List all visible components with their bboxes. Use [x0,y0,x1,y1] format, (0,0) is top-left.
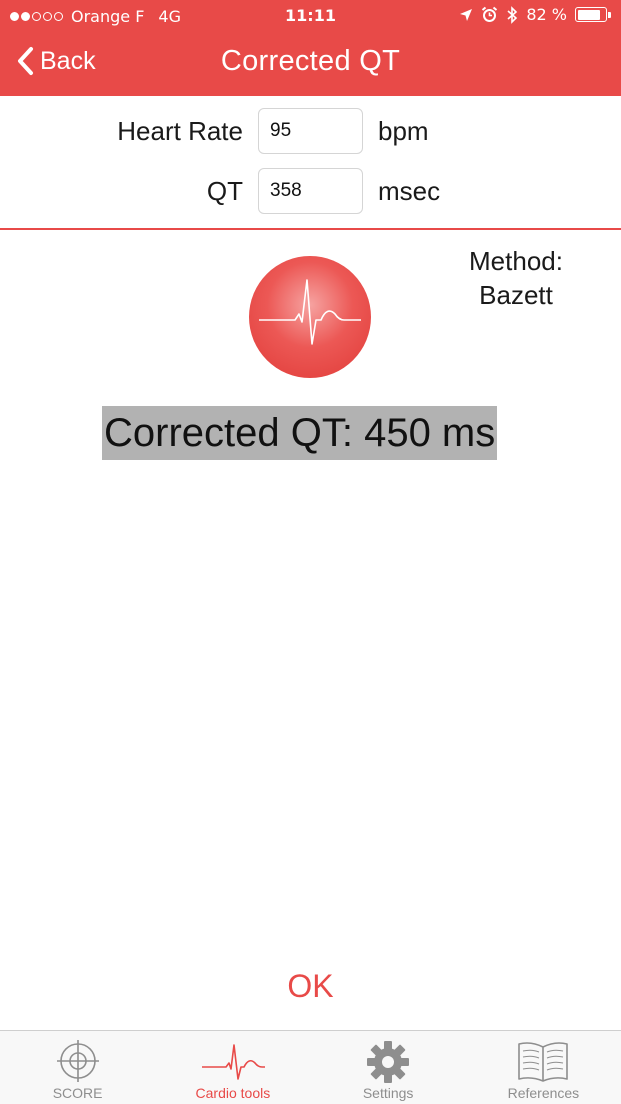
qt-unit: msec [378,176,441,206]
qt-input[interactable] [258,168,363,214]
section-divider [0,228,621,230]
heart-rate-label: Heart Rate [117,116,243,146]
app-header: Orange F 4G 11:11 82 % Back Corrected QT [0,0,621,96]
alarm-clock-icon [482,6,498,22]
status-right: 82 % [459,5,611,24]
qt-row: QT msec [0,168,621,216]
status-bar: Orange F 4G 11:11 82 % [0,0,621,34]
open-book-icon [518,1042,569,1082]
tab-label: References [507,1085,580,1101]
tab-settings[interactable]: Settings [311,1031,466,1104]
battery-percent: 82 % [526,5,567,24]
tab-bar: SCORE Cardio tools Settings References [0,1030,621,1104]
method-label: Method: [469,246,563,276]
tab-label: Settings [362,1085,414,1101]
crosshair-icon [56,1040,99,1082]
qt-label: QT [206,176,243,206]
ecg-wave-icon [201,1044,265,1080]
method-value: Bazett [479,280,553,310]
battery-level [577,9,600,20]
battery-icon [575,7,611,22]
navigation-bar: Back Corrected QT [0,34,621,96]
tab-references[interactable]: References [466,1031,621,1104]
location-arrow-icon [460,8,473,21]
battery-body [575,7,607,22]
ecg-heartbeat-icon [249,256,371,378]
page-title: Corrected QT [220,45,401,77]
gear-icon [367,1041,410,1083]
ecg-wave-icon [259,279,361,345]
tab-label: SCORE [52,1085,103,1101]
heart-rate-row: Heart Rate bpm [0,108,621,156]
tab-label: Cardio tools [195,1085,271,1101]
heart-rate-input[interactable] [258,108,363,154]
heart-rate-unit: bpm [378,116,429,146]
ok-button[interactable]: OK [0,968,621,1005]
tab-cardio-tools[interactable]: Cardio tools [155,1031,310,1104]
method-info: Method: Bazett [450,244,582,312]
bluetooth-icon [507,5,518,24]
tab-score[interactable]: SCORE [0,1031,155,1104]
corrected-qt-result: Corrected QT: 450 ms [102,406,498,460]
battery-tip [608,11,611,18]
